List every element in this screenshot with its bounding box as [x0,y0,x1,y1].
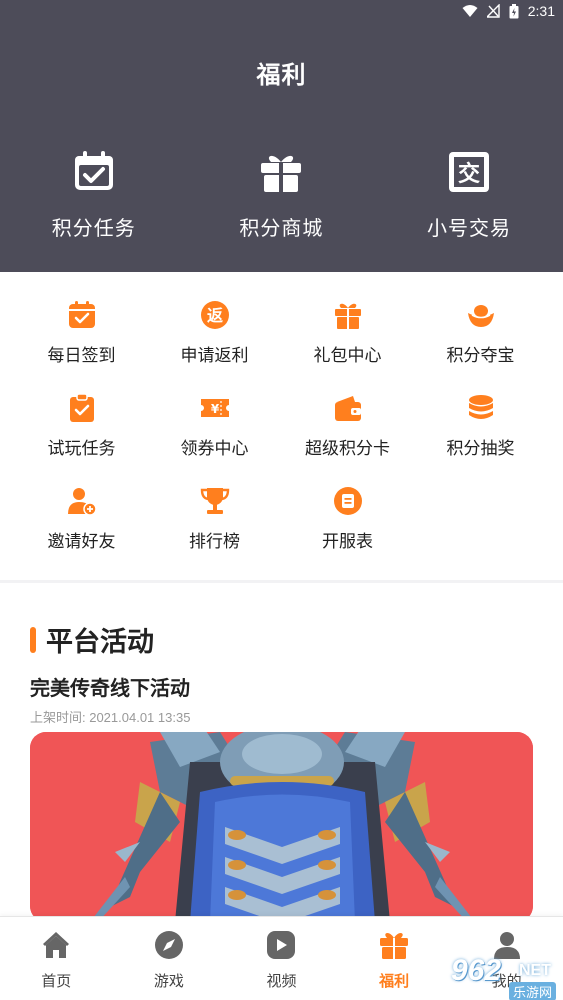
leaderboard-label: 排行榜 [189,532,240,552]
gift-icon [380,933,409,959]
coin-stack-icon [468,395,493,419]
no-signal-icon [486,4,500,18]
points-mall-label: 积分商城 [239,216,324,240]
account-trade-button[interactable]: 交 小号交易 [375,150,563,241]
activity-banner[interactable] [30,732,533,922]
compass-icon [154,931,183,959]
trial-task-button[interactable]: 试玩任务 [15,393,148,486]
super-points-card-button[interactable]: 超级积分卡 [281,393,414,486]
activity-time: 上架时间: 2021.04.01 13:35 [30,710,191,725]
svg-text:交: 交 [458,161,480,187]
points-task-button[interactable]: 积分任务 [0,150,188,241]
svg-text:¥: ¥ [210,402,219,416]
header: 2:31 福利 积分任务 积分商城 交 小号交易 [0,0,563,272]
clipboard-check-icon [69,393,94,422]
points-lottery-button[interactable]: 积分抽奖 [414,393,547,486]
play-icon [267,931,296,959]
points-treasure-button[interactable]: 积分夺宝 [414,300,547,393]
points-treasure-label: 积分夺宝 [446,346,515,366]
section-accent-bar [30,626,36,653]
daily-checkin-button[interactable]: 每日签到 [15,300,148,393]
trial-task-label: 试玩任务 [47,439,116,459]
gift-center-button[interactable]: 礼包中心 [281,300,414,393]
exchange-icon: 交 [448,152,489,192]
feature-grid: 每日签到 返 申请返利 礼包中心 积分夺宝 试玩任务 ¥ 领券中心 超级积分卡 … [0,272,563,582]
account-trade-label: 小号交易 [426,216,511,240]
battery-icon [509,3,519,18]
invite-friends-button[interactable]: 邀请好友 [15,486,148,579]
coupon-center-label: 领券中心 [180,439,249,459]
watermark: 962 NET 乐游网 [423,920,563,1000]
watermark-site: 乐游网 [509,982,557,1000]
section-title: 平台活动 [46,627,154,658]
nav-videos-label: 视频 [266,972,297,990]
status-time: 2:31 [527,3,555,19]
gift-icon [334,303,361,329]
top-actions: 积分任务 积分商城 交 小号交易 [0,150,563,241]
trophy-icon [200,488,229,514]
daily-checkin-label: 每日签到 [47,346,116,366]
apply-rebate-label: 申请返利 [180,346,249,366]
watermark-net: NET [519,962,551,979]
add-user-icon [67,488,97,516]
wifi-icon [462,5,478,17]
gift-icon [261,155,302,192]
points-mall-button[interactable]: 积分商城 [188,150,376,241]
svg-text:返: 返 [206,306,222,325]
nav-home[interactable]: 首页 [0,917,113,1000]
apply-rebate-button[interactable]: 返 申请返利 [148,300,281,393]
nav-games[interactable]: 游戏 [113,917,226,1000]
server-schedule-button[interactable]: 开服表 [281,486,414,579]
points-lottery-label: 积分抽奖 [446,439,515,459]
watermark-number: 962 [451,954,502,987]
robot-artwork [30,732,533,922]
nav-videos[interactable]: 视频 [225,917,338,1000]
leaderboard-button[interactable]: 排行榜 [148,486,281,579]
points-task-label: 积分任务 [51,216,136,240]
nav-welfare-label: 福利 [379,972,410,990]
nav-games-label: 游戏 [153,972,184,990]
page-title: 福利 [256,61,307,89]
super-points-card-label: 超级积分卡 [305,439,390,459]
server-schedule-label: 开服表 [322,532,373,552]
section-header: 平台活动 [30,620,154,659]
rebate-icon: 返 [200,301,229,329]
activity-title[interactable]: 完美传奇线下活动 [30,672,190,701]
status-bar: 2:31 [0,0,563,26]
wallet-icon [334,396,361,421]
gift-center-label: 礼包中心 [313,346,382,366]
coupon-icon: ¥ [200,399,229,417]
section-divider [0,580,563,583]
invite-friends-label: 邀请好友 [47,532,116,552]
server-list-icon [333,487,362,515]
nav-home-label: 首页 [41,972,72,990]
calendar-check-icon [68,301,95,328]
home-icon [43,932,70,958]
calendar-check-icon [74,151,113,190]
gold-ingot-icon [467,305,494,327]
coupon-center-button[interactable]: ¥ 领券中心 [148,393,281,486]
